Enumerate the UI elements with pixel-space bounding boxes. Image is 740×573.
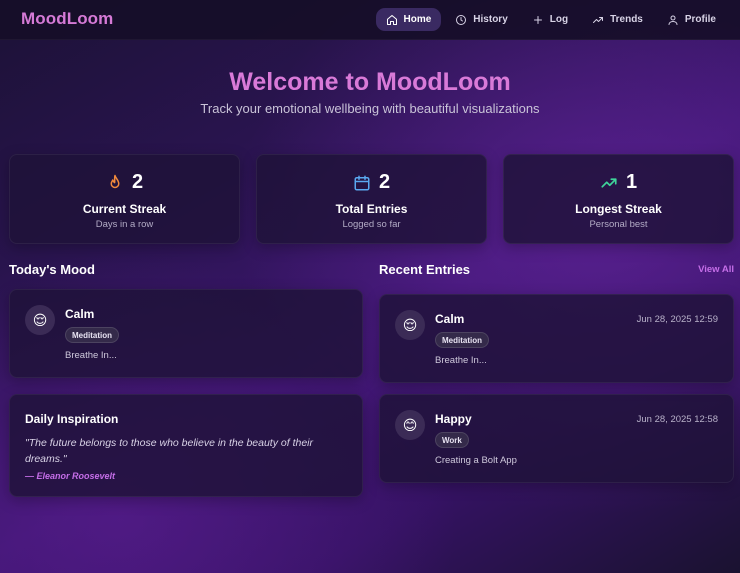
- mood-note: Breathe In...: [65, 350, 117, 361]
- nav-item-label: History: [473, 14, 508, 25]
- entry-note: Creating a Bolt App: [435, 455, 517, 466]
- stat-card-longest-streak: 1 Longest Streak Personal best: [503, 154, 734, 244]
- trend-icon: [593, 16, 604, 23]
- clock-icon: [456, 14, 467, 25]
- stat-caption: Logged so far: [342, 219, 401, 230]
- activity-tag: Meditation: [435, 332, 489, 348]
- stat-card-current-streak: 2 Current Streak Days in a row: [9, 154, 240, 244]
- todays-mood-card[interactable]: 😌 Calm Meditation Breathe In...: [9, 289, 363, 378]
- activity-tag: Meditation: [65, 327, 119, 343]
- stat-value: 2: [131, 171, 144, 193]
- stat-value: 2: [378, 171, 391, 193]
- nav-item-label: Home: [403, 14, 432, 25]
- nav-item-label: Log: [549, 14, 569, 25]
- nav-item-home[interactable]: Home: [375, 8, 442, 31]
- todays-mood-heading: Today's Mood: [9, 262, 95, 277]
- entry-timestamp: Jun 28, 2025 12:59: [636, 314, 718, 325]
- view-all-link[interactable]: View All: [698, 264, 734, 275]
- nav-item-history[interactable]: History: [445, 8, 517, 31]
- mood-emoji-avatar: 😌: [395, 310, 425, 340]
- stat-caption: Days in a row: [95, 219, 154, 230]
- activity-tag: Work: [435, 432, 469, 448]
- user-icon: [668, 15, 678, 25]
- nav-item-profile[interactable]: Profile: [657, 8, 726, 31]
- inspiration-heading: Daily Inspiration: [25, 412, 119, 426]
- entry-timestamp: Jun 28, 2025 12:58: [636, 414, 718, 425]
- app-logo[interactable]: MoodLoom: [21, 9, 113, 29]
- daily-inspiration-card: Daily Inspiration "The future belongs to…: [9, 394, 363, 497]
- stat-caption: Personal best: [589, 219, 648, 230]
- entry-mood-label: Happy: [435, 412, 472, 426]
- stat-label: Longest Streak: [575, 202, 662, 216]
- mood-emoji-avatar: 😊: [395, 410, 425, 440]
- nav-item-label: Trends: [610, 14, 643, 25]
- trending-up-icon: [601, 177, 617, 188]
- recent-entry-card[interactable]: 😊 Happy Jun 28, 2025 12:58 Work Creating…: [379, 394, 734, 483]
- recent-entry-card[interactable]: 😌 Calm Jun 28, 2025 12:59 Meditation Bre…: [379, 294, 734, 383]
- stat-value: 1: [625, 171, 638, 193]
- nav-item-log[interactable]: Log: [522, 8, 578, 31]
- mood-emoji-avatar: 😌: [25, 305, 55, 335]
- page-subtitle: Track your emotional wellbeing with beau…: [200, 101, 540, 116]
- flame-icon: [110, 174, 120, 188]
- nav-item-trends[interactable]: Trends: [582, 8, 653, 31]
- inspiration-quote: "The future belongs to those who believe…: [25, 437, 313, 465]
- calendar-icon: [354, 175, 370, 190]
- top-navbar: MoodLoom Home History Log Trends Profile: [0, 0, 740, 40]
- entry-note: Breathe In...: [435, 355, 487, 366]
- nav-menu: Home History Log Trends Profile: [375, 8, 727, 31]
- plus-icon: [533, 15, 542, 24]
- entry-mood-label: Calm: [435, 312, 465, 326]
- home-icon: [386, 14, 397, 25]
- page-title: Welcome to MoodLoom: [229, 68, 511, 96]
- stat-label: Total Entries: [335, 202, 408, 216]
- quote-author: — Eleanor Roosevelt: [25, 471, 116, 481]
- nav-item-label: Profile: [684, 14, 716, 25]
- recent-entries-heading: Recent Entries: [379, 262, 471, 277]
- mood-label: Calm: [65, 307, 95, 321]
- stat-card-total-entries: 2 Total Entries Logged so far: [256, 154, 487, 244]
- stat-label: Current Streak: [82, 202, 167, 216]
